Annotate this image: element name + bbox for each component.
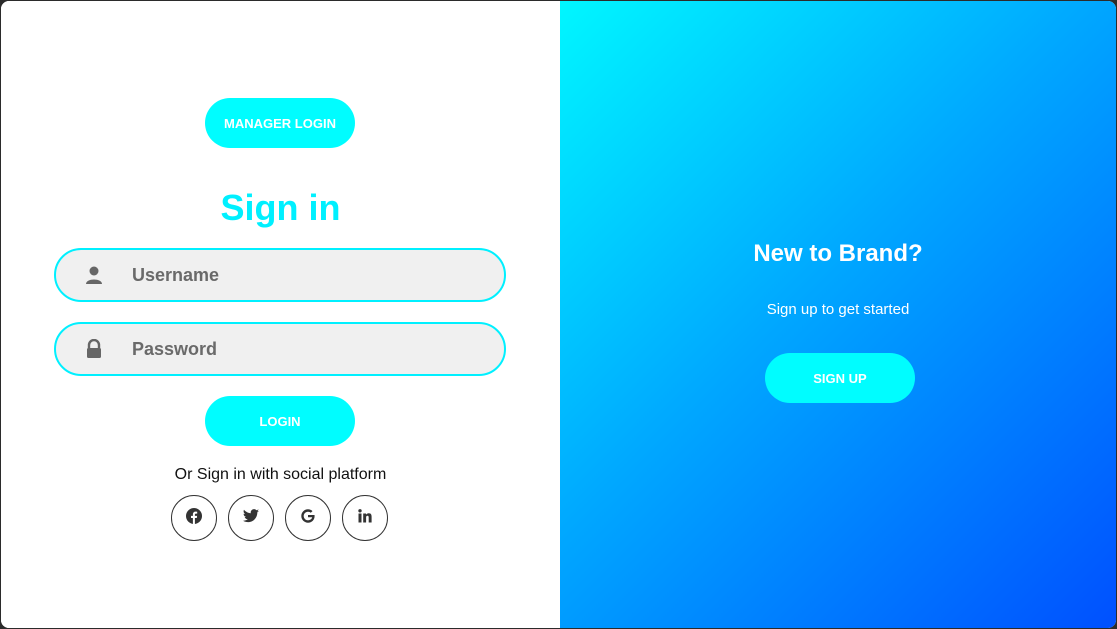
sign-in-title: Sign in	[220, 187, 341, 228]
facebook-icon	[186, 507, 202, 529]
auth-window: MANAGER LOGIN Sign in LOGIN Or Sign in w…	[1, 1, 1116, 628]
login-button[interactable]: LOGIN	[205, 396, 355, 446]
username-field[interactable]	[54, 248, 506, 302]
twitter-button[interactable]	[228, 495, 274, 541]
password-input[interactable]	[132, 324, 492, 374]
sign-up-button[interactable]: SIGN UP	[765, 353, 915, 403]
facebook-button[interactable]	[171, 495, 217, 541]
manager-login-button[interactable]: MANAGER LOGIN	[205, 98, 355, 148]
signup-title: New to Brand?	[753, 240, 923, 267]
sign-in-panel: MANAGER LOGIN Sign in LOGIN Or Sign in w…	[1, 1, 560, 628]
google-button[interactable]	[285, 495, 331, 541]
social-signin-text: Or Sign in with social platform	[174, 466, 387, 483]
password-field[interactable]	[54, 322, 506, 376]
lock-icon	[84, 338, 104, 359]
signup-subtitle: Sign up to get started	[766, 301, 910, 318]
user-icon	[84, 265, 104, 285]
linkedin-button[interactable]	[342, 495, 388, 541]
sign-up-panel: New to Brand? Sign up to get started SIG…	[560, 1, 1116, 628]
linkedin-icon	[358, 508, 372, 528]
twitter-icon	[243, 508, 259, 528]
social-buttons	[171, 495, 388, 541]
google-icon	[300, 508, 316, 529]
username-input[interactable]	[132, 250, 492, 300]
